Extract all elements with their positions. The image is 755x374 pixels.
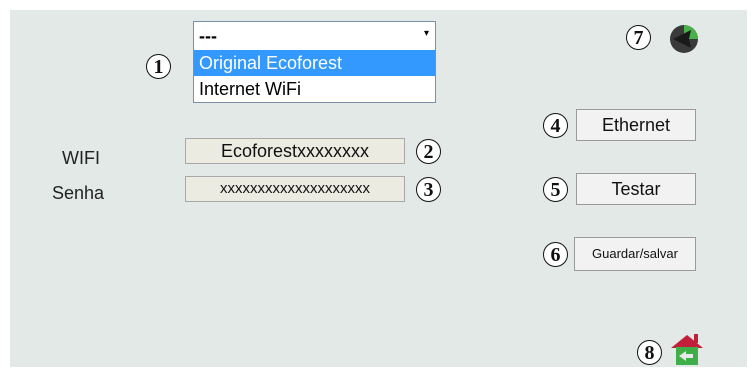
password-label: Senha	[52, 183, 105, 203]
callout-6: 6	[543, 242, 568, 267]
ethernet-button[interactable]: Ethernet	[576, 109, 696, 141]
callout-2: 2	[416, 139, 441, 164]
callout-1: 1	[146, 54, 171, 79]
callout-7: 7	[626, 25, 651, 50]
test-button[interactable]: Testar	[576, 173, 696, 205]
dropdown-option-internet-wifi[interactable]: Internet WiFi	[194, 76, 435, 102]
save-button[interactable]: Guardar/salvar	[574, 237, 696, 271]
ssid-field[interactable]: Ecoforestxxxxxxxx	[185, 138, 405, 164]
connection-type-dropdown[interactable]: --- ▾ Original Ecoforest Internet WiFi	[193, 21, 436, 103]
callout-8: 8	[637, 340, 662, 365]
wifi-label: WIFI	[62, 148, 100, 168]
dropdown-current-value: ---	[199, 26, 217, 46]
callout-3: 3	[416, 177, 441, 202]
dropdown-option-original-ecoforest[interactable]: Original Ecoforest	[194, 50, 435, 76]
callout-5: 5	[543, 177, 568, 202]
home-icon[interactable]	[669, 332, 705, 366]
back-arrow-icon[interactable]	[669, 24, 699, 54]
chevron-down-icon: ▾	[423, 28, 429, 39]
callout-4: 4	[543, 113, 568, 138]
dropdown-header[interactable]: --- ▾	[194, 22, 435, 50]
password-field[interactable]: xxxxxxxxxxxxxxxxxxxx	[185, 176, 405, 202]
